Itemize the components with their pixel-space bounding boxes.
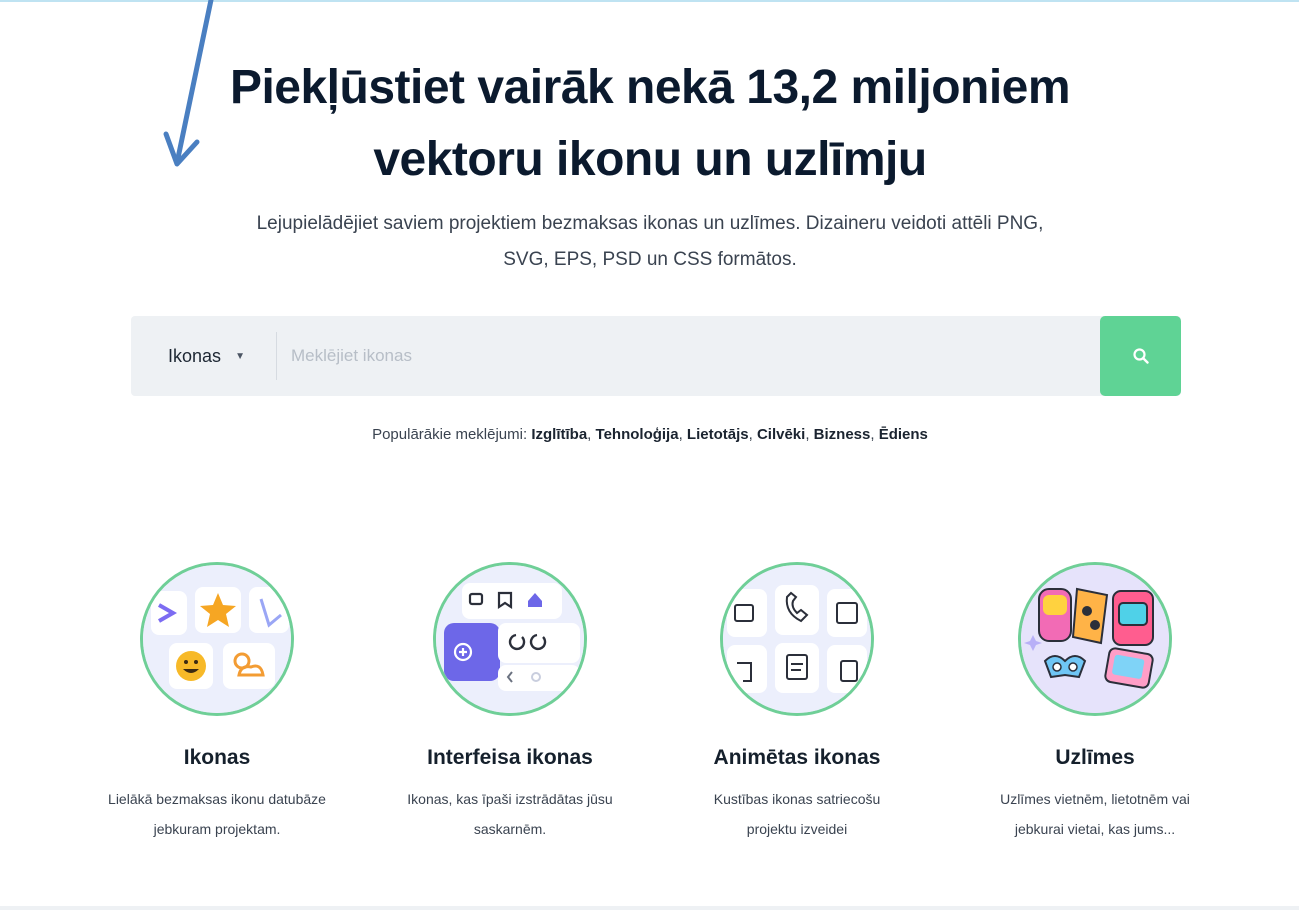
category-card-animated-icons: Animētas ikonas Kustības ikonas satrieco… <box>657 562 937 844</box>
category-image-icons[interactable] <box>140 562 294 716</box>
animated-collage-icon <box>723 565 871 713</box>
category-title[interactable]: Animētas ikonas <box>657 746 937 770</box>
subtitle-line-2: SVG, EPS, PSD un CSS formātos. <box>503 249 797 270</box>
page-title-line-2: vektoru ikonu un uzlīmju <box>373 133 927 186</box>
search-type-label: Ikonas <box>168 345 222 366</box>
popular-term-link[interactable]: Izglītība <box>531 426 587 443</box>
category-description-line-1: Ikonas, kas īpaši izstrādātas jūsu <box>407 791 613 807</box>
category-description: Kustības ikonas satriecošu projektu izve… <box>672 784 922 844</box>
category-description-line-2: jebkurai vietai, kas jums... <box>1014 821 1176 837</box>
popular-term-link[interactable]: Bizness <box>814 426 871 443</box>
popular-term-link[interactable]: Cilvēki <box>757 426 805 443</box>
category-description: Uzlīmes vietnēm, lietotnēm vai jebkurai … <box>970 784 1220 844</box>
search-button[interactable] <box>1100 316 1181 396</box>
category-title[interactable]: Uzlīmes <box>955 746 1235 770</box>
category-title[interactable]: Ikonas <box>77 746 357 770</box>
category-card-stickers: Uzlīmes Uzlīmes vietnēm, lietotnēm vai j… <box>955 562 1235 844</box>
icons-collage-icon <box>143 565 291 713</box>
category-card-interface-icons: Interfeisa ikonas Ikonas, kas īpaši izst… <box>370 562 650 844</box>
category-title[interactable]: Interfeisa ikonas <box>370 746 650 770</box>
page-subtitle: Lejupielādējiet saviem projektiem bezmak… <box>150 206 1150 278</box>
popular-term-link[interactable]: Ēdiens <box>879 426 928 443</box>
popular-searches-label: Populārākie meklējumi: <box>372 426 528 443</box>
category-image-animated-icons[interactable] <box>720 562 874 716</box>
popular-searches: Populārākie meklējumi: Izglītība, Tehnol… <box>372 426 928 443</box>
page-title-line-1: Piekļūstiet vairāk nekā 13,2 miljoniem <box>229 61 1071 114</box>
popular-term-link[interactable]: Tehnoloģija <box>596 426 679 443</box>
category-card-icons: Ikonas Lielākā bezmaksas ikonu datubāze … <box>77 562 357 844</box>
stickers-collage-icon <box>1021 565 1169 713</box>
search-input[interactable] <box>277 316 1100 396</box>
page-title: Piekļūstiet vairāk nekā 13,2 miljoniem v… <box>150 52 1150 196</box>
category-description: Ikonas, kas īpaši izstrādātas jūsu saska… <box>385 784 635 844</box>
search-bar: Ikonas ▼ <box>131 316 1181 396</box>
bottom-border <box>0 906 1299 910</box>
category-description-line-2: projektu izveidei <box>746 821 848 837</box>
caret-down-icon: ▼ <box>235 350 245 362</box>
search-type-dropdown[interactable]: Ikonas ▼ <box>131 316 276 396</box>
category-image-interface-icons[interactable] <box>433 562 587 716</box>
category-description-line-1: Lielākā bezmaksas ikonu datubāze <box>108 791 326 807</box>
category-description-line-1: Kustības ikonas satriecošu <box>713 791 881 807</box>
subtitle-line-1: Lejupielādējiet saviem projektiem bezmak… <box>256 213 1044 234</box>
category-description: Lielākā bezmaksas ikonu datubāze jebkura… <box>92 784 342 844</box>
category-description-line-1: Uzlīmes vietnēm, lietotnēm vai <box>1000 791 1190 807</box>
search-icon <box>1132 348 1149 364</box>
category-image-stickers[interactable] <box>1018 562 1172 716</box>
popular-term-link[interactable]: Lietotājs <box>687 426 749 443</box>
interface-collage-icon <box>436 565 584 713</box>
category-description-line-2: saskarnēm. <box>473 821 547 837</box>
category-description-line-2: jebkuram projektam. <box>153 821 281 837</box>
